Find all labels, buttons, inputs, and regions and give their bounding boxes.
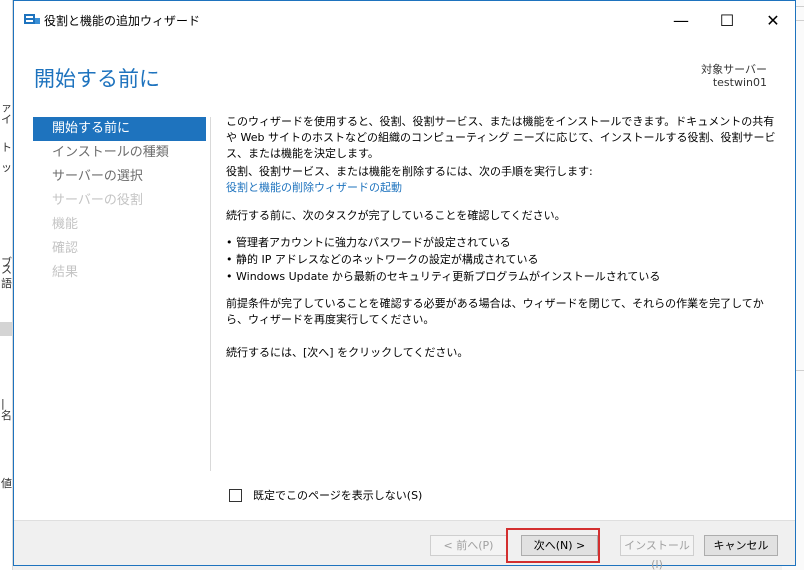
background-text-fragment: ト [1, 141, 12, 154]
nav-item-server-roles: サーバーの役割 [52, 193, 143, 208]
page-title: 開始する前に [34, 67, 160, 91]
skip-page-label: 既定でこのページを表示しない(S) [253, 489, 423, 502]
wizard-navigation: 開始する前に インストールの種類 サーバーの選択 サーバーの役割 機能 確認 結… [33, 117, 206, 285]
nav-item-server-selection[interactable]: サーバーの選択 [33, 165, 206, 189]
nav-item-installation-type[interactable]: インストールの種類 [33, 141, 206, 165]
background-column-header: | 名 [1, 397, 12, 422]
intro-text: このウィザードを使用すると、役割、役割サービス、または機能をインストールできます… [226, 115, 776, 160]
minimize-button[interactable]: — [658, 1, 704, 39]
close-button[interactable]: ✕ [750, 1, 796, 39]
remove-instructions: 役割、役割サービス、または機能を削除するには、次の手順を実行します: [226, 165, 593, 178]
background-text-fragment: 値 [1, 477, 12, 490]
window-title: 役割と機能の追加ウィザード [44, 14, 201, 28]
next-button[interactable]: 次へ(N) > [521, 535, 598, 556]
background-text-fragment: ッ [1, 161, 12, 174]
wizard-dialog: 役割と機能の追加ウィザード — ☐ ✕ 開始する前に 対象サーバー testwi… [13, 0, 796, 570]
server-manager-icon [24, 14, 40, 24]
close-icon: ✕ [766, 10, 780, 30]
verify-text: 続行する前に、次のタスクが完了していることを確認してください。 [226, 209, 566, 222]
target-server-value: testwin01 [712, 76, 767, 89]
nav-item-confirmation: 確認 [52, 241, 79, 256]
background-window-left: ァイ ト ッ ブ ス 語 | 名 値 [0, 0, 13, 570]
title-bar: 役割と機能の追加ウィザード — ☐ ✕ [14, 1, 795, 39]
list-item: 静的 IP アドレスなどのネットワークの設定が構成されている [226, 252, 660, 269]
background-text-fragment: 語 [1, 277, 12, 290]
nav-item-before-you-begin[interactable]: 開始する前に [33, 117, 206, 141]
background-text-fragment: ァイ [1, 101, 12, 126]
cancel-button[interactable]: キャンセル [704, 535, 778, 556]
prerequisite-list: 管理者アカウントに強力なパスワードが設定されている 静的 IP アドレスなどのネ… [226, 235, 660, 286]
previous-button[interactable]: < 前へ(P) [430, 535, 507, 556]
minimize-icon: — [673, 10, 689, 30]
prerequisite-note: 前提条件が完了していることを確認する必要がある場合は、ウィザードを閉じて、それら… [226, 297, 764, 326]
skip-page-checkbox[interactable] [229, 488, 242, 502]
maximize-icon: ☐ [719, 10, 735, 30]
nav-item-features: 機能 [52, 217, 79, 232]
background-scrollbar [0, 322, 12, 336]
nav-item-results: 結果 [52, 265, 79, 280]
continue-text: 続行するには、[次へ] をクリックしてください。 [226, 346, 469, 359]
install-button[interactable]: インストール(I) [620, 535, 694, 570]
button-bar: < 前へ(P) 次へ(N) > インストール(I) キャンセル [14, 520, 795, 570]
skip-page-option[interactable]: 既定でこのページを表示しない(S) [229, 487, 422, 503]
nav-divider [210, 117, 211, 471]
maximize-button[interactable]: ☐ [704, 1, 750, 39]
background-text-fragment: ス [1, 263, 12, 276]
list-item: Windows Update から最新のセキュリティ更新プログラムがインストール… [226, 269, 660, 286]
target-server-label: 対象サーバー [701, 63, 767, 76]
list-item: 管理者アカウントに強力なパスワードが設定されている [226, 235, 660, 252]
remove-wizard-link[interactable]: 役割と機能の削除ウィザードの起動 [226, 180, 402, 196]
